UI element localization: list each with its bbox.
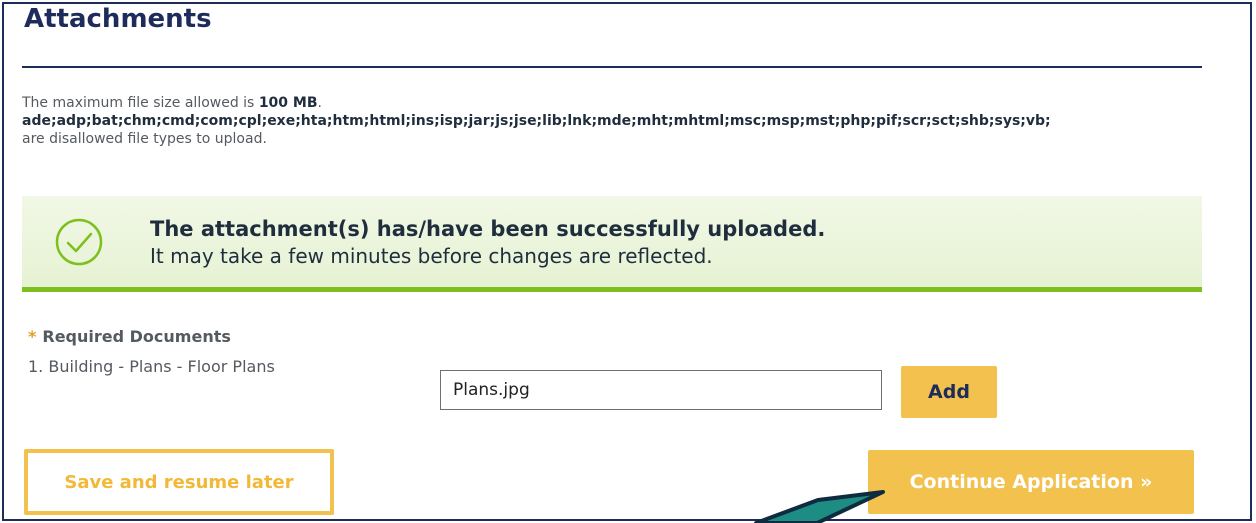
max-size-value: 100 MB — [258, 95, 318, 111]
continue-application-button[interactable]: Continue Application » — [868, 450, 1194, 514]
add-button[interactable]: Add — [901, 366, 997, 418]
disallowed-types: ade;adp;bat;chm;cmd;com;cpl;exe;hta;htm;… — [22, 112, 1250, 130]
success-alert: The attachment(s) has/have been successf… — [22, 196, 1202, 292]
required-document-item: 1. Building - Plans - Floor Plans — [28, 357, 275, 376]
required-documents-label: Required Documents — [42, 327, 231, 346]
disallowed-types-list: ade;adp;bat;chm;cmd;com;cpl;exe;hta;htm;… — [22, 113, 1051, 129]
alert-subtitle: It may take a few minutes before changes… — [150, 244, 713, 268]
alert-title: The attachment(s) has/have been successf… — [150, 217, 826, 241]
section-title: Attachments — [24, 4, 212, 34]
upload-info: The maximum file size allowed is 100 MB.… — [22, 94, 1250, 148]
max-size-line: The maximum file size allowed is 100 MB. — [22, 94, 1250, 112]
save-and-resume-button[interactable]: Save and resume later — [24, 449, 334, 515]
required-documents-heading: * Required Documents — [28, 327, 231, 346]
check-circle-icon — [55, 218, 103, 266]
disallowed-types-note: are disallowed file types to upload. — [22, 131, 267, 147]
max-size-prefix: The maximum file size allowed is — [22, 95, 259, 111]
title-divider — [22, 66, 1202, 68]
attachments-panel: Attachments The maximum file size allowe… — [2, 2, 1252, 521]
max-size-suffix: . — [317, 95, 322, 111]
file-name-input[interactable] — [440, 370, 882, 410]
required-marker: * — [28, 327, 37, 346]
